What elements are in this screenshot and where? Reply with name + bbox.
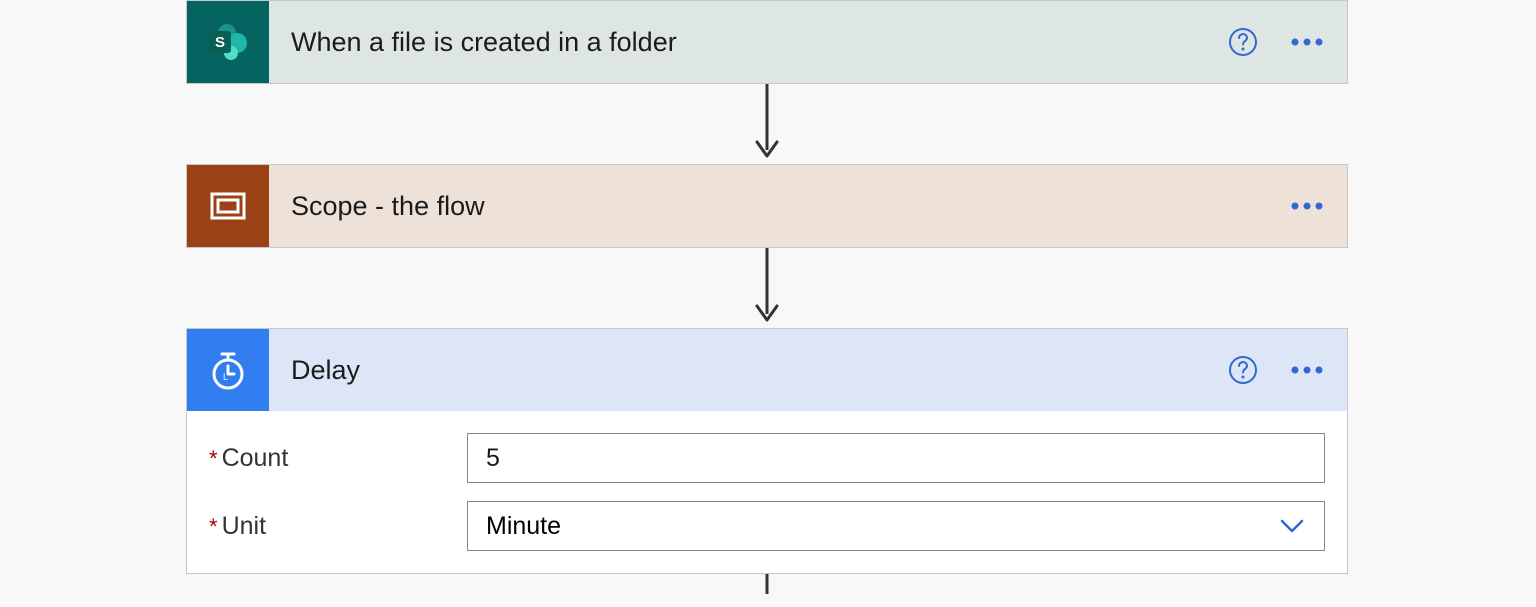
- svg-text:S: S: [215, 34, 225, 51]
- trigger-card[interactable]: S When a file is created in a folder: [186, 0, 1348, 84]
- scope-icon: [187, 165, 269, 247]
- connector-arrow: [186, 248, 1348, 328]
- sharepoint-icon: S: [187, 1, 269, 83]
- required-indicator: *: [209, 514, 218, 540]
- unit-label: * Unit: [209, 512, 467, 541]
- count-label: * Count: [209, 444, 467, 473]
- connector-arrow: [186, 574, 1348, 594]
- delay-card: L Delay: [186, 328, 1348, 574]
- connector-arrow: [186, 84, 1348, 164]
- help-icon[interactable]: [1227, 354, 1259, 386]
- help-icon[interactable]: [1227, 26, 1259, 58]
- scope-title: Scope - the flow: [269, 191, 1287, 222]
- unit-select[interactable]: Minute: [467, 501, 1325, 551]
- required-indicator: *: [209, 446, 218, 472]
- count-input[interactable]: [467, 433, 1325, 483]
- unit-selected-value: Minute: [486, 512, 561, 541]
- more-menu-button[interactable]: [1287, 200, 1327, 212]
- chevron-down-icon: [1278, 517, 1306, 535]
- trigger-title: When a file is created in a folder: [269, 27, 1227, 58]
- timer-icon: L: [187, 329, 269, 411]
- delay-title: Delay: [269, 355, 1227, 386]
- delay-header[interactable]: L Delay: [187, 329, 1347, 411]
- scope-card[interactable]: Scope - the flow: [186, 164, 1348, 248]
- more-menu-button[interactable]: [1287, 36, 1327, 48]
- svg-text:L: L: [223, 372, 228, 382]
- more-menu-button[interactable]: [1287, 364, 1327, 376]
